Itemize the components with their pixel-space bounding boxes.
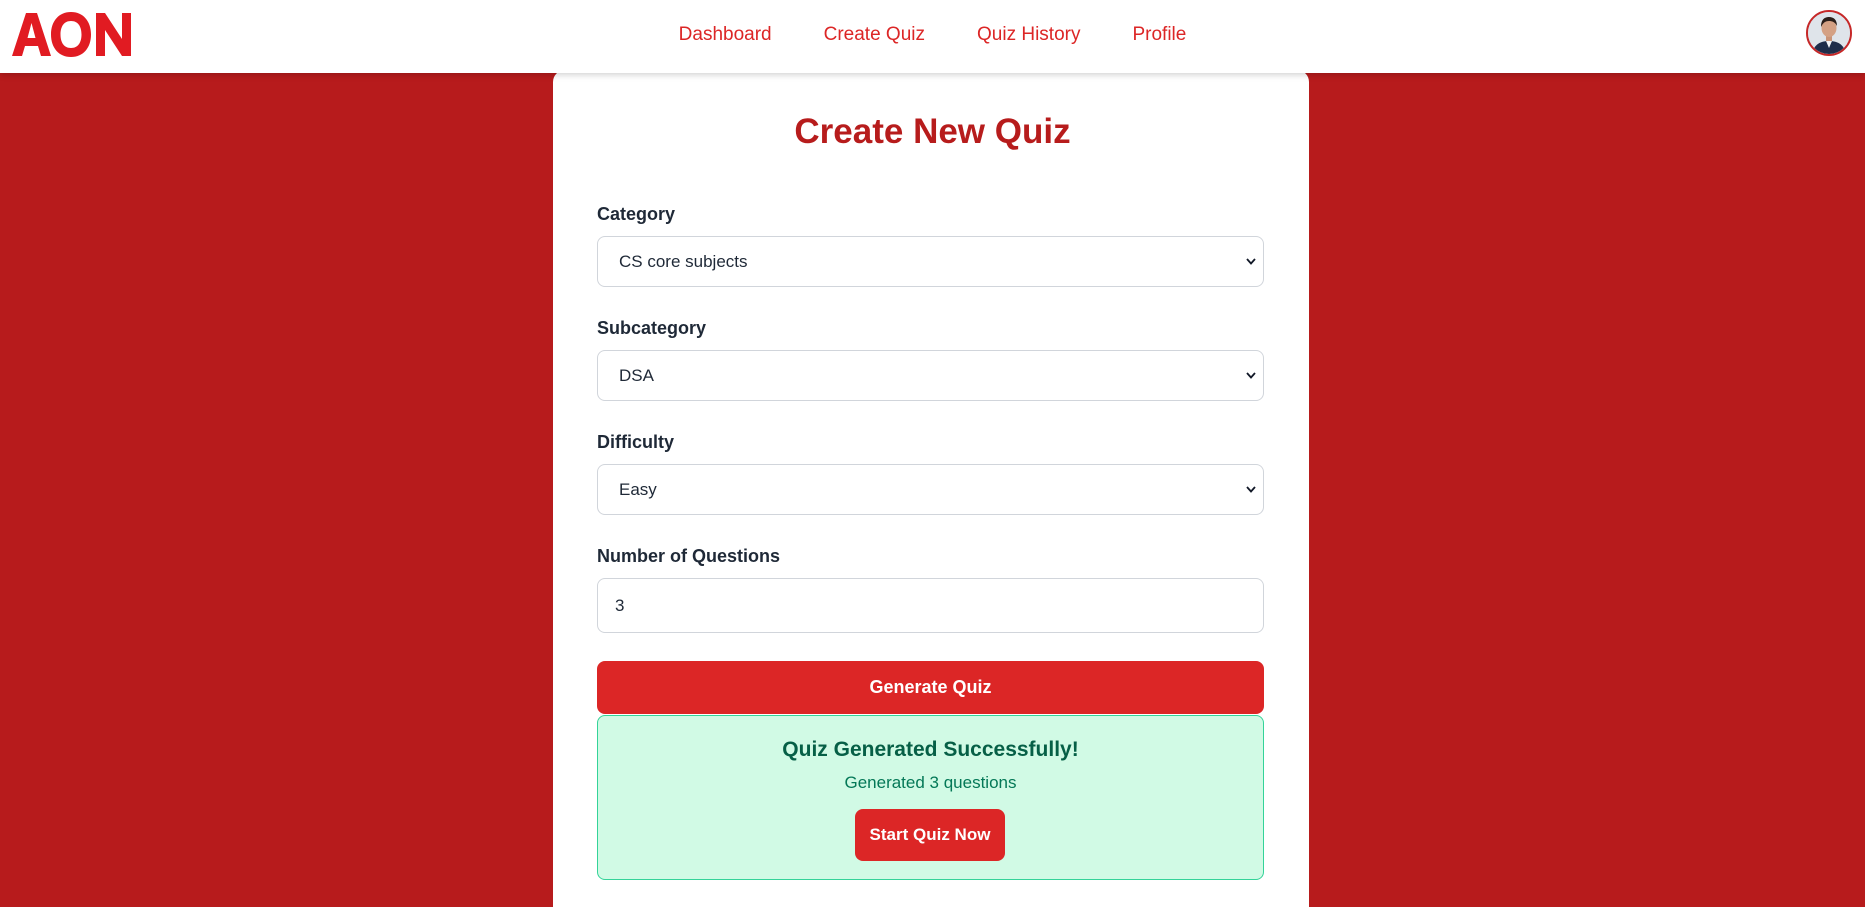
success-title: Quiz Generated Successfully! [782, 738, 1079, 761]
category-select[interactable]: CS core subjects [597, 236, 1264, 287]
main-nav-links: Dashboard Create Quiz Quiz History Profi… [679, 24, 1187, 46]
num-questions-input[interactable] [597, 578, 1264, 633]
nav-quiz-history[interactable]: Quiz History [977, 24, 1080, 46]
difficulty-select[interactable]: Easy [597, 464, 1264, 515]
generate-quiz-button[interactable]: Generate Quiz [597, 661, 1264, 714]
page-title: Create New Quiz [794, 112, 1071, 151]
chevron-down-icon [1245, 370, 1257, 382]
user-avatar[interactable] [1806, 10, 1852, 56]
success-message-box: Quiz Generated Successfully! Generated 3… [597, 715, 1264, 880]
category-select-value: CS core subjects [619, 251, 748, 271]
user-avatar-icon [1808, 12, 1850, 54]
subcategory-select-value: DSA [619, 365, 654, 385]
nav-dashboard[interactable]: Dashboard [679, 24, 772, 46]
difficulty-label: Difficulty [597, 432, 675, 452]
success-subtitle: Generated 3 questions [844, 773, 1017, 792]
chevron-down-icon [1245, 256, 1257, 268]
category-label: Category [597, 204, 676, 224]
main-nav: Dashboard Create Quiz Quiz History Profi… [0, 0, 1865, 70]
aon-logo[interactable] [12, 8, 138, 60]
start-quiz-button[interactable]: Start Quiz Now [855, 809, 1005, 861]
subcategory-select[interactable]: DSA [597, 350, 1264, 401]
chevron-down-icon [1245, 484, 1257, 496]
difficulty-select-value: Easy [619, 479, 657, 499]
aon-logo-mark [12, 12, 131, 57]
top-navigation-bar: Dashboard Create Quiz Quiz History Profi… [0, 0, 1865, 73]
num-questions-label: Number of Questions [597, 546, 781, 566]
nav-profile[interactable]: Profile [1132, 24, 1186, 46]
subcategory-label: Subcategory [597, 318, 707, 338]
nav-create-quiz[interactable]: Create Quiz [824, 24, 925, 46]
